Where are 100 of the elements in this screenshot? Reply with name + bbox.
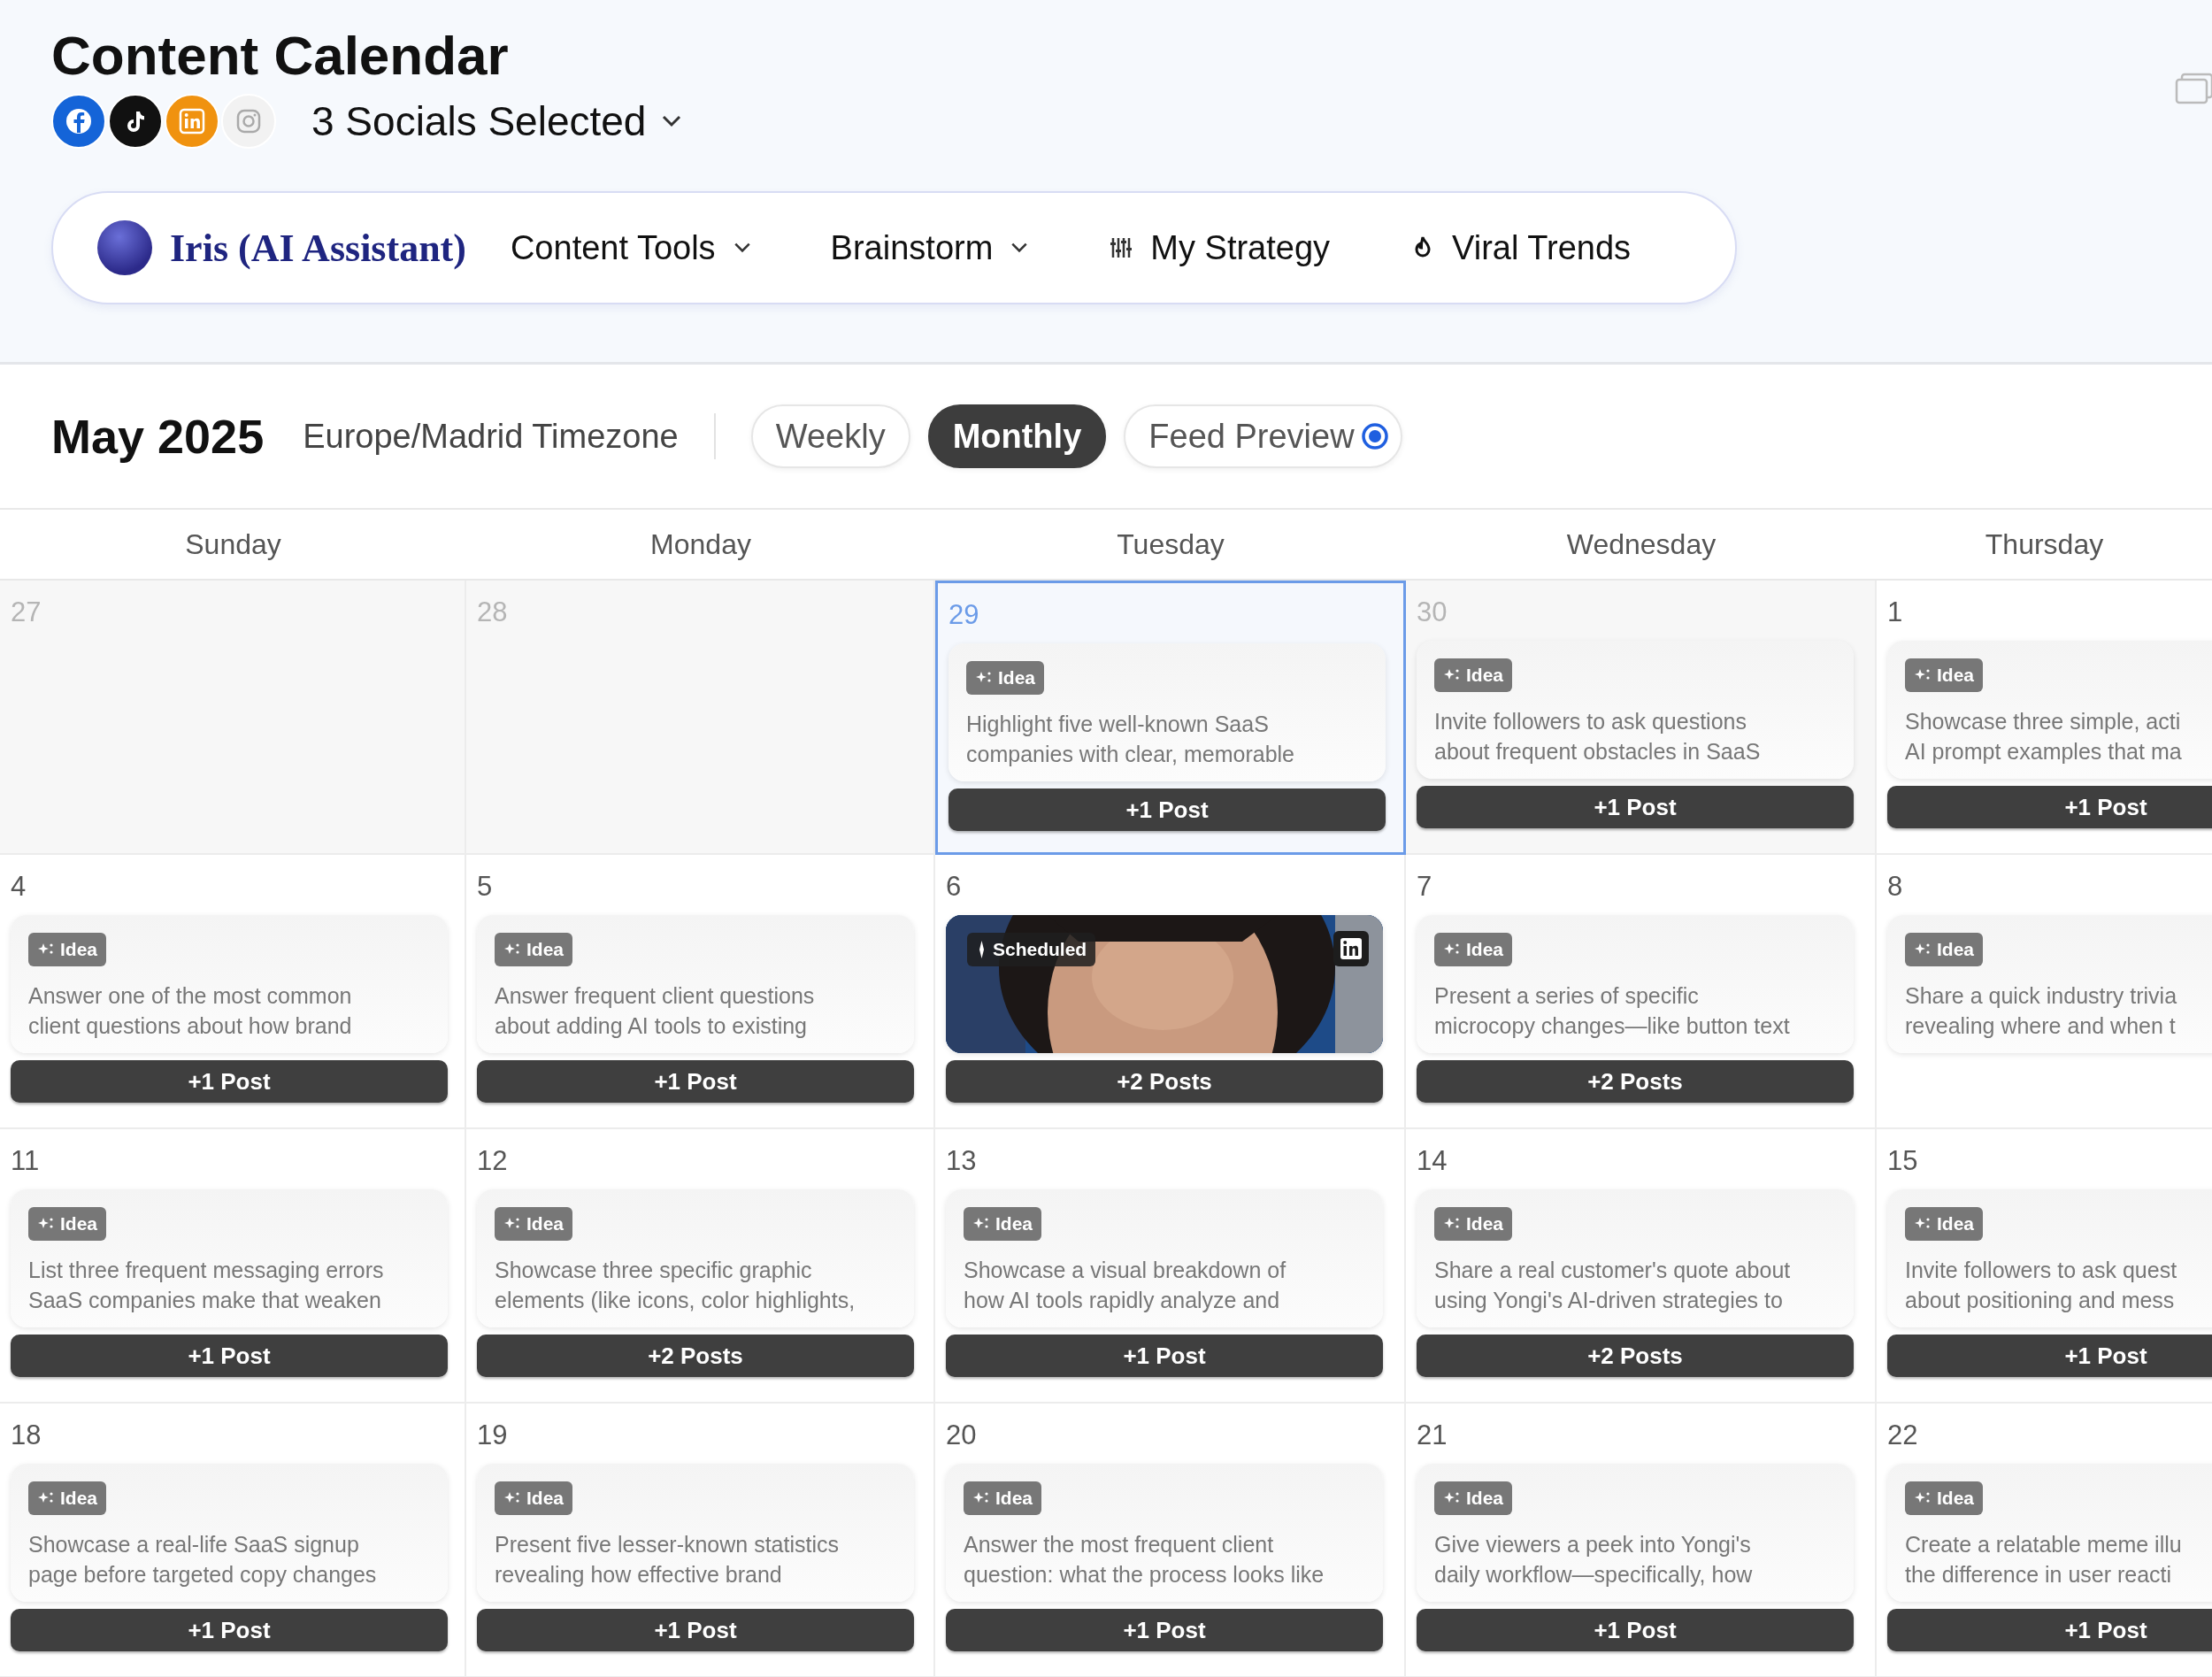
view-tab[interactable]: Monthly [927,404,1107,468]
idea-text: Showcase three specific graphic elements (like icons, color highlights, [495,1257,856,1314]
scheduled-badge: Scheduled [967,933,1096,966]
nav-menu-item[interactable]: Viral Trends [1409,228,1632,267]
view-tab[interactable]: Feed Preview [1124,404,1402,468]
date-number: 11 [11,1144,40,1178]
idea-card[interactable]: Idea Present a series of specific microcopy changes—like button text [1417,915,1854,1053]
day-cell[interactable]: 19 Idea Present five lesser-known statistics revealing how effective brand +1 Post [466,1404,935,1677]
day-cell[interactable]: 1 Idea Showcase three simple, acti AI prompt examples that ma +1 Post [1877,581,2212,855]
date-number: 28 [477,596,508,629]
posts-button[interactable]: +1 Post [1417,786,1854,828]
day-cell[interactable]: 30 Idea Invite followers to ask questions about frequent obstacles in SaaS +1 Post [1406,581,1877,855]
socials-dropdown[interactable]: 3 Socials Selected [311,97,647,145]
idea-card[interactable]: Idea Answer the most frequent client question: what the process looks like [946,1464,1383,1602]
date-number: 13 [946,1144,977,1178]
idea-badge: Idea [28,1207,107,1241]
nav-menu-item[interactable]: My Strategy [1108,228,1331,267]
date-number: 29 [949,598,979,632]
idea-badge: Idea [1434,933,1513,966]
posts-button[interactable]: +2 Posts [477,1335,914,1377]
idea-text: Invite followers to ask quest about positioning and mess [1905,1257,2178,1314]
date-number: 19 [477,1419,508,1452]
idea-text: Give viewers a peek into Yongi's daily workflow—specifically, how [1434,1531,1754,1589]
posts-button[interactable]: +1 Post [477,1609,914,1651]
weekday-header: Thursday [1985,527,2104,561]
date-number: 15 [1887,1144,1918,1178]
date-number: 8 [1887,870,1903,904]
idea-text: Present five lesser-known statistics revealing how effective brand [495,1531,841,1589]
day-cell[interactable]: 4 Idea Answer one of the most common client questions about how brand +1 Post [0,855,466,1129]
idea-card[interactable]: Idea Give viewers a peek into Yongi's daily workflow—specifically, how [1417,1464,1854,1602]
day-cell[interactable]: 18 Idea Showcase a real-life SaaS signup page before targeted copy changes +1 Post [0,1404,466,1677]
posts-button[interactable]: +1 Post [11,1335,448,1377]
posts-button[interactable]: +1 Post [1887,1609,2212,1651]
day-cell[interactable]: 13 Idea Showcase a visual breakdown of how AI tools rapidly analyze and +1 Post [935,1129,1406,1404]
posts-button[interactable]: +1 Post [1417,1609,1854,1651]
idea-badge: Idea [1434,658,1513,692]
weekday-header: Sunday [185,527,281,561]
idea-card[interactable]: Idea Invite followers to ask quest about positioning and mess [1887,1189,2212,1327]
posts-button[interactable]: +1 Post [1887,786,2212,828]
idea-badge: Idea [1905,1481,1984,1515]
idea-card[interactable]: Idea Invite followers to ask questions about frequent obstacles in SaaS [1417,641,1854,779]
date-number: 20 [946,1419,977,1452]
idea-card[interactable]: Idea Answer one of the most common client questions about how brand [11,915,448,1053]
idea-text: Answer one of the most common client questions about how brand [28,982,353,1040]
idea-card[interactable]: Idea Showcase three specific graphic elements (like icons, color highlights, [477,1189,914,1327]
day-cell[interactable]: 8 Idea Share a quick industry trivia revealing where and when t [1877,855,2212,1129]
day-cell[interactable]: 14 Idea Share a real customer's quote about using Yongi's AI-driven strategies to +2 Posts [1406,1129,1877,1404]
idea-card[interactable]: Idea Showcase a visual breakdown of how AI tools rapidly analyze and [946,1189,1383,1327]
idea-card[interactable]: Idea Showcase three simple, acti AI prompt examples that ma [1887,641,2212,779]
linkedin-icon [1333,931,1369,966]
idea-badge: Idea [1905,658,1984,692]
idea-card[interactable]: Idea Share a quick industry trivia revealing where and when t [1887,915,2212,1053]
date-number: 22 [1887,1419,1918,1452]
posts-button[interactable]: +2 Posts [946,1060,1383,1103]
idea-text: Showcase a real-life SaaS signup page before targeted copy changes [28,1531,378,1589]
date-number: 21 [1417,1419,1448,1452]
idea-card[interactable]: Idea List three frequent messaging errors SaaS companies make that weaken [11,1189,448,1327]
idea-badge: Idea [1434,1207,1513,1241]
post-preview-card[interactable]: Scheduled [946,915,1383,1053]
nav-menu-item[interactable]: Brainstorm [830,228,1029,267]
day-cell[interactable]: 22 Idea Create a relatable meme illu the difference in user reacti +1 Post [1877,1404,2212,1677]
idea-badge: Idea [1434,1481,1513,1515]
idea-card[interactable]: Idea Highlight five well-known SaaS companies with clear, memorable [949,643,1386,781]
idea-badge: Idea [964,1207,1042,1241]
posts-button[interactable]: +1 Post [1887,1335,2212,1377]
day-cell[interactable]: 15 Idea Invite followers to ask quest about positioning and mess +1 Post [1877,1129,2212,1404]
day-cell[interactable]: 6 Scheduled +2 Posts [935,855,1406,1129]
idea-card[interactable]: Idea Share a real customer's quote about using Yongi's AI-driven strategies to [1417,1189,1854,1327]
posts-button[interactable]: +1 Post [946,1609,1383,1651]
date-number: 30 [1417,596,1448,629]
idea-card[interactable]: Idea Create a relatable meme illu the difference in user reacti [1887,1464,2212,1602]
posts-button[interactable]: +2 Posts [1417,1335,1854,1377]
day-cell[interactable]: 5 Idea Answer frequent client questions about adding AI tools to existing +1 Post [466,855,935,1129]
weekday-header: Monday [650,527,751,561]
idea-card[interactable]: Idea Answer frequent client questions about adding AI tools to existing [477,915,914,1053]
day-cell[interactable]: 12 Idea Showcase three specific graphic elements (like icons, color highlights, +2 Posts [466,1129,935,1404]
posts-button[interactable]: +1 Post [946,1335,1383,1377]
posts-button[interactable]: +1 Post [11,1060,448,1103]
day-cell[interactable]: 7 Idea Present a series of specific microcopy changes—like button text +2 Posts [1406,855,1877,1129]
nav-menu-item[interactable]: Content Tools [510,228,751,267]
idea-text: Showcase three simple, acti AI prompt examples that ma [1905,708,2183,765]
idea-card[interactable]: Idea Showcase a real-life SaaS signup page before targeted copy changes [11,1464,448,1602]
posts-button[interactable]: +1 Post [949,788,1386,831]
assistant-link[interactable]: Iris (AI Assistant) [170,225,466,271]
weekday-header: Wednesday [1566,527,1717,561]
idea-text: Share a quick industry trivia revealing where and when t [1905,982,2178,1040]
day-cell[interactable]: 20 Idea Answer the most frequent client question: what the process looks like +1 Post [935,1404,1406,1677]
date-number: 1 [1887,596,1903,629]
view-tab[interactable]: Weekly [750,404,910,468]
idea-text: Invite followers to ask questions about frequent obstacles in SaaS [1434,708,1762,765]
posts-button[interactable]: +1 Post [477,1060,914,1103]
idea-card[interactable]: Idea Present five lesser-known statistics revealing how effective brand [477,1464,914,1602]
date-number: 4 [11,870,27,904]
posts-button[interactable]: +1 Post [11,1609,448,1651]
day-cell[interactable]: 21 Idea Give viewers a peek into Yongi's daily workflow—specifically, how +1 Post [1406,1404,1877,1677]
posts-button[interactable]: +2 Posts [1417,1060,1854,1103]
day-cell[interactable]: 11 Idea List three frequent messaging errors SaaS companies make that weaken +1 Post [0,1129,466,1404]
sparkle-icon [979,941,984,958]
day-cell[interactable]: 29 Idea Highlight five well-known SaaS companies with clear, memorable +1 Post [935,581,1406,855]
idea-badge: Idea [964,1481,1042,1515]
